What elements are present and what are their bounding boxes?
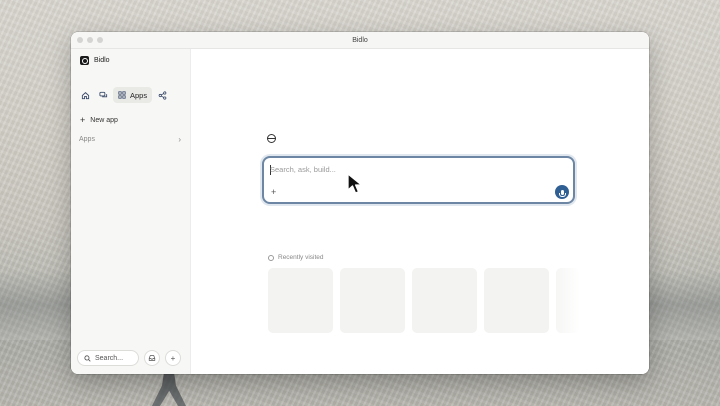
- sidebar-search-label: Search...: [95, 354, 124, 362]
- recent-card[interactable]: [484, 268, 549, 333]
- recent-cards: [268, 268, 580, 333]
- globe-icon[interactable]: [267, 134, 276, 143]
- recently-visited-header: Recently visited: [268, 254, 324, 261]
- chat-icon: [98, 91, 107, 97]
- inbox-icon: [148, 355, 156, 361]
- window-title: Bidlo: [352, 36, 368, 44]
- chevron-right-icon: ›: [178, 135, 181, 144]
- prompt-box[interactable]: +: [262, 156, 575, 204]
- nav-home-button[interactable]: [77, 87, 93, 103]
- sidebar-footer: Search... +: [77, 350, 181, 366]
- mouse-cursor-icon: [347, 173, 363, 194]
- brand-logo-icon: [80, 56, 89, 65]
- recent-card[interactable]: [340, 268, 405, 333]
- new-app-button[interactable]: + New app: [80, 115, 118, 125]
- microphone-icon: [558, 189, 566, 197]
- add-button[interactable]: +: [165, 350, 181, 366]
- share-icon: [158, 90, 166, 100]
- sidebar-search-button[interactable]: Search...: [77, 350, 139, 366]
- home-icon: [81, 91, 89, 99]
- attach-plus-icon[interactable]: +: [271, 187, 276, 197]
- plus-icon: +: [170, 353, 176, 363]
- new-app-label: New app: [90, 116, 118, 124]
- prompt-input[interactable]: [270, 165, 550, 174]
- nav-share-button[interactable]: [154, 87, 170, 103]
- apps-grid-icon: [118, 91, 126, 99]
- microphone-button[interactable]: [555, 185, 569, 199]
- search-icon: [84, 354, 91, 362]
- close-window-button[interactable]: [77, 37, 83, 43]
- title-bar: Bidlo: [71, 32, 649, 49]
- minimize-window-button[interactable]: [87, 37, 93, 43]
- brand[interactable]: Bidlo: [80, 56, 110, 65]
- maximize-window-button[interactable]: [97, 37, 103, 43]
- app-window: Bidlo Bidlo Apps + New app Apps › Search…: [71, 32, 649, 374]
- recent-card[interactable]: [268, 268, 333, 333]
- apps-section-header[interactable]: Apps ›: [79, 135, 181, 144]
- inbox-button[interactable]: [144, 350, 160, 366]
- clock-icon: [268, 254, 274, 261]
- recent-card[interactable]: [412, 268, 477, 333]
- sidebar-nav: Apps: [77, 87, 170, 103]
- main-content: + Recently visited: [191, 49, 649, 374]
- brand-name: Bidlo: [94, 57, 110, 64]
- sidebar: Bidlo Apps + New app Apps › Search... +: [71, 49, 191, 374]
- window-controls: [77, 37, 103, 43]
- nav-apps-label: Apps: [130, 90, 148, 100]
- apps-section-label: Apps: [79, 136, 95, 143]
- recent-card[interactable]: [556, 268, 580, 333]
- nav-chat-button[interactable]: [95, 87, 111, 103]
- plus-icon: +: [80, 115, 86, 125]
- nav-apps-button[interactable]: Apps: [113, 87, 153, 103]
- recently-visited-label: Recently visited: [278, 254, 324, 261]
